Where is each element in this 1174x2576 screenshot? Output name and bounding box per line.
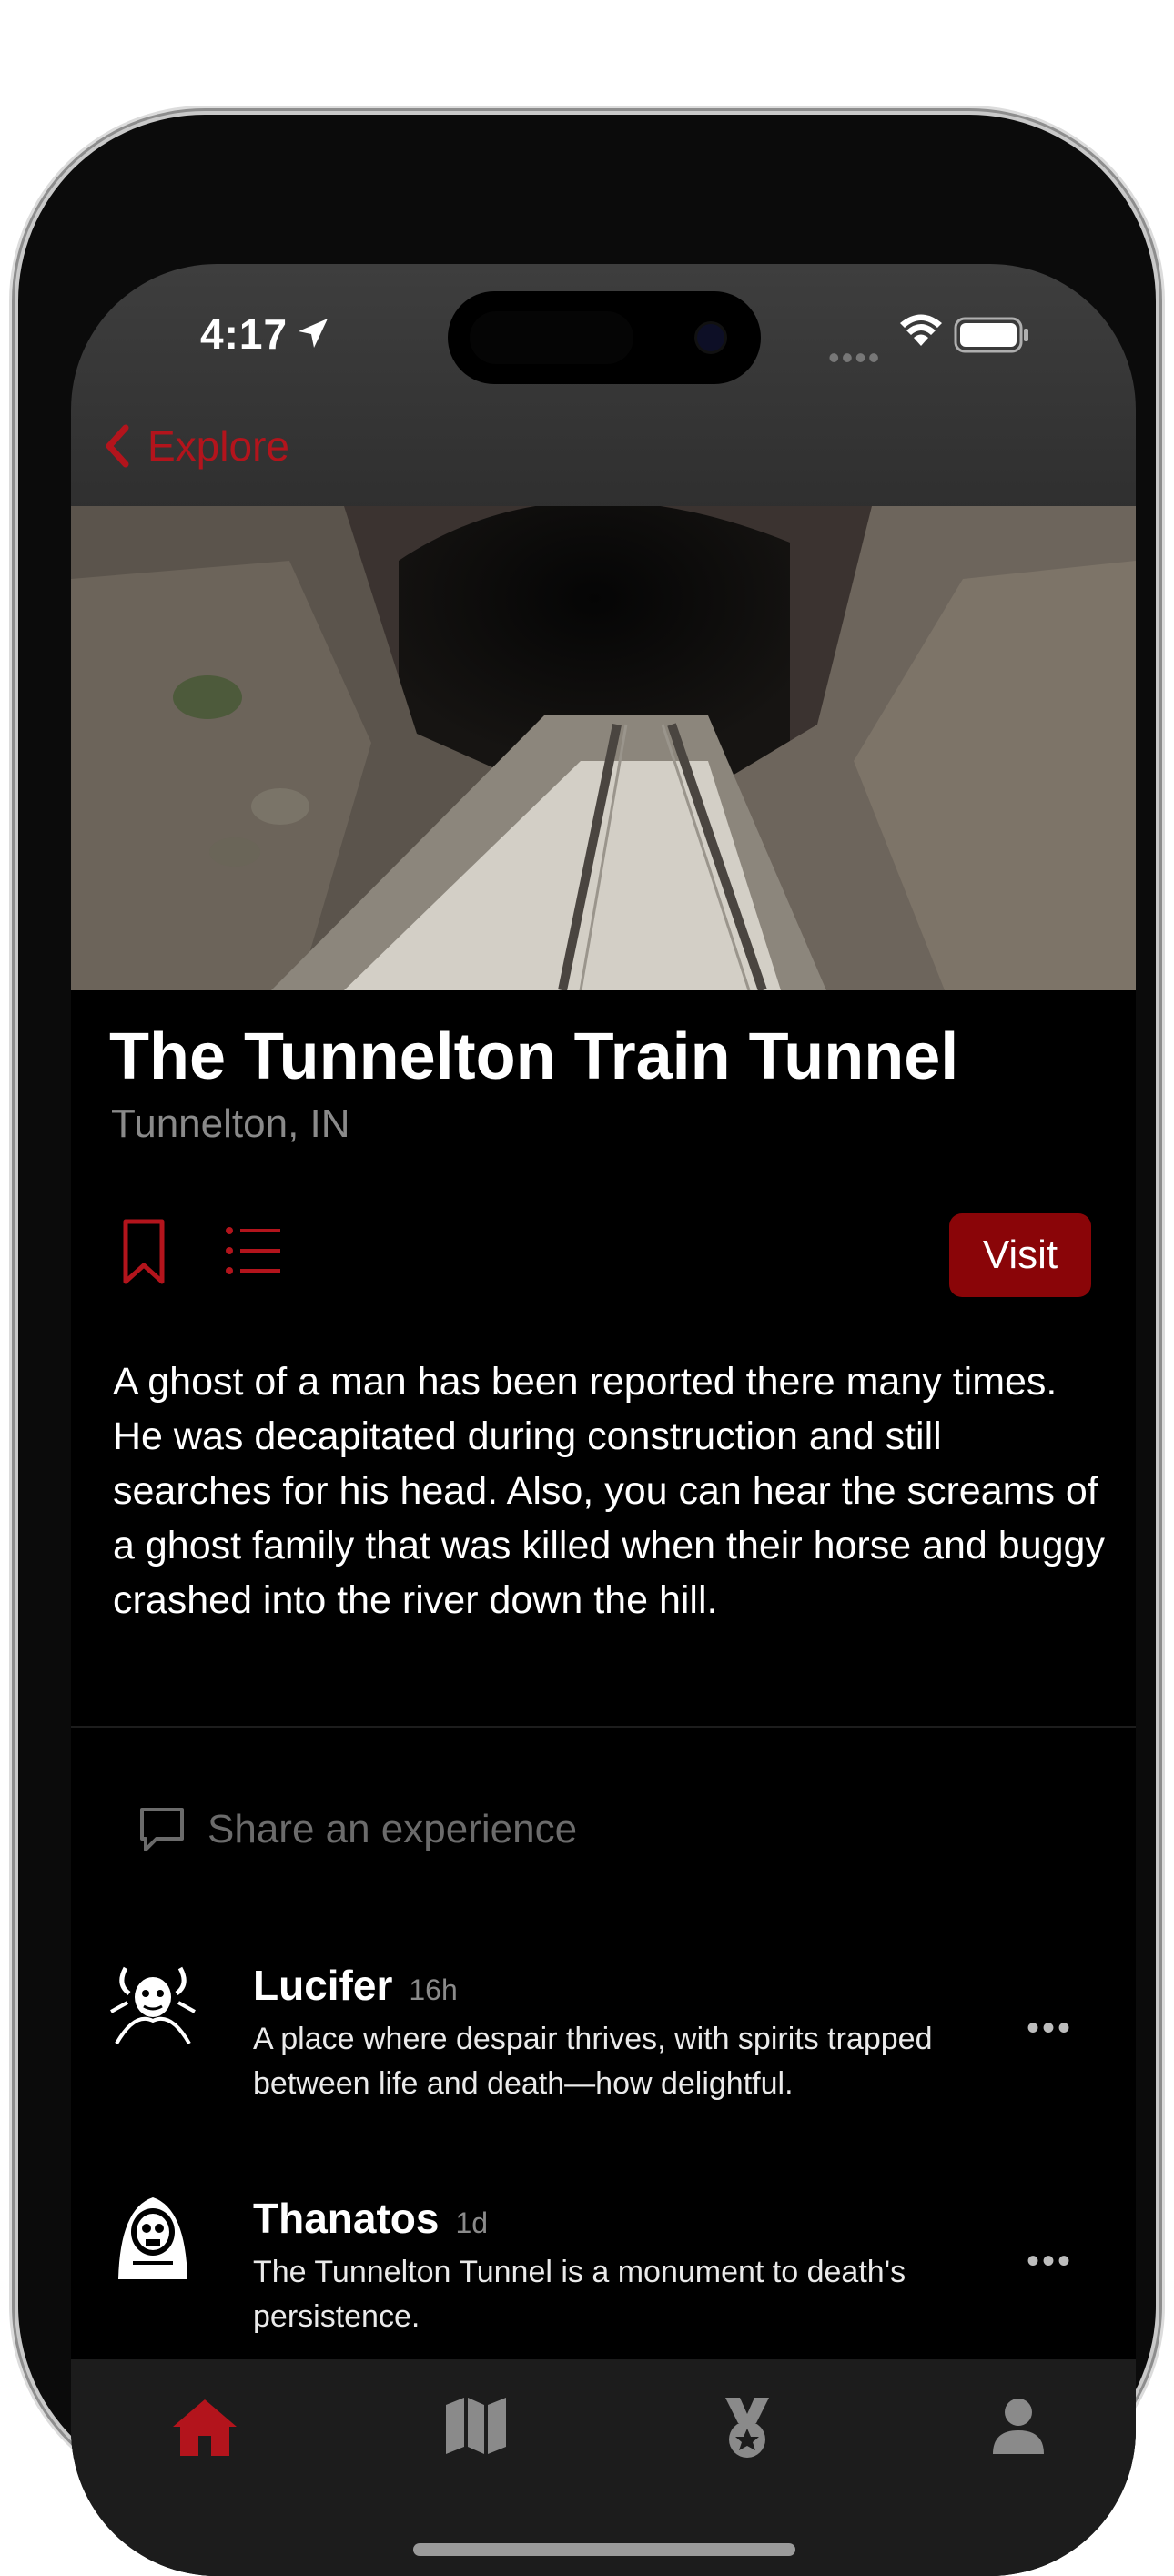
comment-icon	[140, 1808, 184, 1851]
list-icon[interactable]	[224, 1225, 282, 1276]
visit-button[interactable]: Visit	[949, 1213, 1091, 1297]
app-screen: 4:17 •••• Explore The Tunnelton Train Tu…	[71, 264, 1136, 2576]
share-placeholder: Share an experience	[207, 1807, 578, 1851]
post-age: 16h	[409, 1973, 458, 2006]
location-arrow-icon	[299, 319, 328, 348]
medal-icon	[725, 2398, 769, 2458]
tab-achievements[interactable]	[706, 2396, 788, 2478]
bookmark-icon[interactable]	[122, 1218, 166, 1287]
tab-map[interactable]	[435, 2396, 517, 2478]
profile-icon	[993, 2399, 1044, 2454]
more-options-button[interactable]: •••	[1027, 2241, 1073, 2282]
power-button	[1156, 652, 1163, 890]
status-bar: 4:17 •••• Explore	[71, 264, 1136, 510]
share-experience-input[interactable]: Share an experience	[137, 1804, 577, 1855]
back-button[interactable]: Explore	[96, 419, 289, 473]
silent-switch	[11, 441, 18, 522]
avatar[interactable]	[107, 1957, 198, 2048]
post-age: 1d	[455, 2206, 489, 2239]
home-indicator[interactable]	[413, 2543, 795, 2556]
place-description: A ghost of a man has been reported there…	[113, 1360, 1105, 1622]
status-time: 4:17	[200, 310, 288, 358]
page-title: The Tunnelton Train Tunnel	[109, 1020, 959, 1093]
place-location: Tunnelton, IN	[111, 1101, 350, 1146]
more-options-button[interactable]: •••	[1027, 2008, 1073, 2049]
volume-down-button	[11, 746, 18, 898]
post-author: Thanatos	[253, 2195, 440, 2242]
post-text: A place where despair thrives, with spir…	[253, 2022, 933, 2101]
phone-frame: 4:17 •••• Explore The Tunnelton Train Tu…	[18, 115, 1156, 2576]
avatar[interactable]	[107, 2190, 198, 2281]
battery-icon	[954, 317, 1028, 353]
divider	[71, 1726, 1136, 1728]
back-label: Explore	[147, 422, 289, 470]
post-author: Lucifer	[253, 1962, 393, 2009]
home-icon	[173, 2399, 237, 2456]
wifi-icon	[900, 314, 942, 346]
chevron-left-icon	[106, 424, 129, 468]
tab-profile[interactable]	[977, 2396, 1059, 2478]
volume-up-button	[11, 566, 18, 717]
post-text: The Tunnelton Tunnel is a monument to de…	[253, 2255, 906, 2334]
map-icon	[446, 2398, 506, 2454]
cellular-signal-icon: ••••	[828, 339, 882, 376]
tunnel-photo	[71, 506, 1136, 990]
dynamic-island	[448, 291, 761, 384]
tab-home[interactable]	[164, 2396, 246, 2478]
